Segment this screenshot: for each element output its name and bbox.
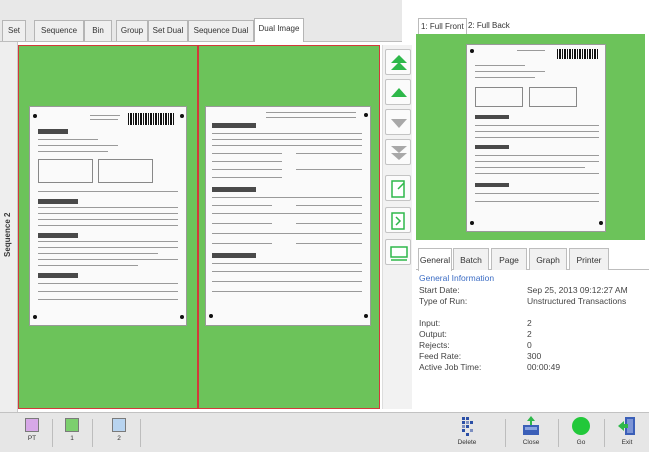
- go-icon: [570, 415, 592, 437]
- pocket-1-label: 1: [70, 435, 74, 442]
- preview-document-image: [466, 44, 606, 232]
- tab-sequence[interactable]: Sequence: [34, 20, 84, 41]
- tab-dual-image[interactable]: Dual Image: [254, 18, 304, 42]
- tab-bin[interactable]: Bin: [84, 20, 112, 41]
- tab-full-back[interactable]: 2: Full Back: [466, 18, 512, 34]
- sequence-side-label: Sequence 2: [0, 42, 18, 412]
- info-label: Feed Rate:: [419, 351, 462, 361]
- info-label: Active Job Time:: [419, 362, 482, 372]
- info-label: Type of Run:: [419, 296, 468, 306]
- document-preview: [416, 34, 645, 240]
- info-label: Input:: [419, 318, 441, 328]
- pocket-1-swatch: [65, 418, 79, 432]
- info-value: 300: [527, 351, 542, 361]
- back-image-panel[interactable]: [198, 45, 380, 409]
- info-section-title: General Information: [419, 273, 495, 283]
- last-image-button[interactable]: [385, 139, 411, 165]
- go-button[interactable]: Go: [566, 415, 596, 451]
- info-value: 2: [527, 318, 532, 328]
- tab-printer[interactable]: Printer: [569, 248, 609, 270]
- info-label: Output:: [419, 329, 447, 339]
- exit-label: Exit: [621, 439, 633, 446]
- info-row-rejects: Rejects: 0: [419, 340, 645, 351]
- info-value: 0: [527, 340, 532, 350]
- tab-page[interactable]: Page: [491, 248, 527, 270]
- pocket-1-button[interactable]: 1: [57, 418, 87, 449]
- exit-button[interactable]: Exit: [612, 415, 642, 451]
- tab-general[interactable]: General: [418, 248, 452, 271]
- info-row-type-of-run: Type of Run: Unstructured Transactions: [419, 296, 645, 307]
- info-value: Unstructured Transactions: [527, 296, 627, 306]
- view-tab-bar: Set Sequence Bin Group Set Dual Sequence…: [0, 0, 402, 42]
- pocket-pt-button[interactable]: PT: [17, 418, 47, 449]
- tab-set[interactable]: Set: [2, 20, 26, 41]
- info-row-active-job-time: Active Job Time: 00:00:49: [419, 362, 645, 373]
- close-batch-icon: [520, 415, 542, 437]
- tab-sequence-dual[interactable]: Sequence Dual: [188, 20, 254, 41]
- pocket-pt-swatch: [25, 418, 39, 432]
- next-image-button[interactable]: [385, 109, 411, 135]
- close-label: Close: [522, 439, 540, 446]
- delete-button[interactable]: Delete: [452, 415, 482, 451]
- info-tab-bar: General Batch Page Graph Printer: [416, 244, 649, 271]
- delete-label: Delete: [457, 439, 477, 446]
- image-toolbar: [382, 45, 412, 409]
- tab-batch[interactable]: Batch: [453, 248, 489, 270]
- front-image-panel[interactable]: [18, 45, 198, 409]
- first-image-button[interactable]: [385, 49, 411, 75]
- fit-page-icon: [390, 246, 408, 261]
- pocket-2-button[interactable]: 2: [104, 418, 134, 449]
- go-label: Go: [576, 439, 586, 446]
- flip-page-icon: [391, 212, 405, 230]
- info-row-input: Input: 2: [419, 318, 645, 329]
- pocket-pt-label: PT: [27, 435, 37, 442]
- rotate-page-icon: [391, 180, 405, 198]
- down-arrow-icon: [391, 119, 407, 128]
- previous-image-button[interactable]: [385, 79, 411, 105]
- delete-icon: [456, 415, 478, 437]
- sequence-label-text: Sequence 2: [3, 212, 12, 257]
- back-document-image: [205, 106, 371, 326]
- info-value: Sep 25, 2013 09:12:27 AM: [527, 285, 628, 295]
- fit-page-button[interactable]: [385, 239, 411, 265]
- front-document-image: [29, 106, 187, 326]
- double-up-arrow-icon: [391, 55, 407, 70]
- info-row-feed-rate: Feed Rate: 300: [419, 351, 645, 362]
- preview-tab-bar: 1: Full Front 2: Full Back: [416, 14, 649, 34]
- info-row-start-date: Start Date: Sep 25, 2013 09:12:27 AM: [419, 285, 645, 296]
- up-arrow-icon: [391, 88, 407, 97]
- rotate-page-button[interactable]: [385, 175, 411, 201]
- info-label: Start Date:: [419, 285, 460, 295]
- tab-full-front[interactable]: 1: Full Front: [418, 18, 467, 34]
- info-row-output: Output: 2: [419, 329, 645, 340]
- pocket-2-swatch: [112, 418, 126, 432]
- info-value: 00:00:49: [527, 362, 561, 372]
- pocket-2-label: 2: [117, 435, 121, 442]
- bottom-toolbar: PT 1 2 Delete Close Go Exit: [0, 412, 649, 452]
- general-info-panel: General Information Start Date: Sep 25, …: [416, 271, 649, 411]
- tab-set-dual[interactable]: Set Dual: [148, 20, 188, 41]
- info-value: 2: [527, 329, 532, 339]
- double-down-arrow-icon: [391, 146, 407, 160]
- flip-page-button[interactable]: [385, 207, 411, 233]
- info-label: Rejects:: [419, 340, 450, 350]
- tab-graph[interactable]: Graph: [529, 248, 567, 270]
- tab-group[interactable]: Group: [116, 20, 148, 41]
- close-button[interactable]: Close: [516, 415, 546, 451]
- exit-door-icon: [616, 415, 638, 437]
